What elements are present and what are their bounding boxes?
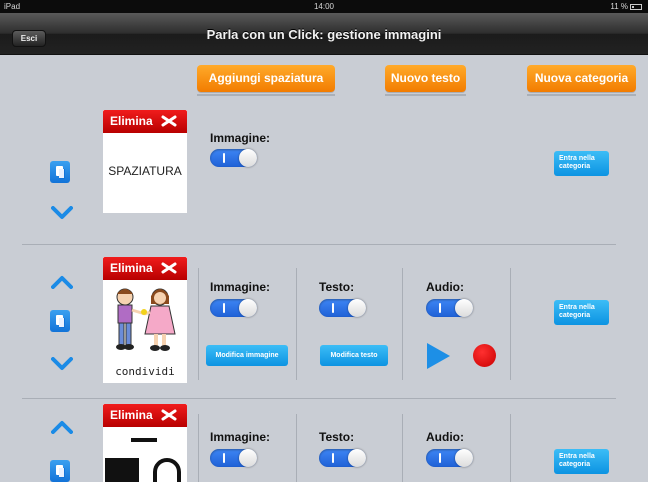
card-word: condividi <box>115 365 175 378</box>
record-icon[interactable] <box>473 344 496 367</box>
underline <box>197 94 335 96</box>
on-mark-icon <box>439 303 441 313</box>
chevron-up-icon[interactable] <box>51 275 73 289</box>
column-separator <box>402 268 403 380</box>
close-icon <box>161 115 177 127</box>
on-mark-icon <box>223 153 225 163</box>
image-label: Immagine: <box>210 280 271 294</box>
toggle-knob <box>239 149 257 167</box>
toggle-knob <box>239 449 257 467</box>
children-sharing-picture <box>116 288 176 351</box>
new-text-button[interactable]: Nuovo testo <box>385 65 466 92</box>
audio-label: Audio: <box>426 280 464 294</box>
chevron-down-icon[interactable] <box>51 357 73 371</box>
row-divider <box>22 398 616 399</box>
chevron-down-icon[interactable] <box>51 206 73 220</box>
close-icon <box>161 262 177 274</box>
audio-label: Audio: <box>426 430 464 444</box>
delete-label: Elimina <box>110 408 153 422</box>
toggle-knob <box>455 449 473 467</box>
image-toggle[interactable] <box>210 299 257 317</box>
image-label: Immagine: <box>210 430 271 444</box>
text-label: Testo: <box>319 280 355 294</box>
audio-toggle[interactable] <box>426 299 473 317</box>
card-word: SPAZIATURA <box>108 164 182 178</box>
on-mark-icon <box>223 453 225 463</box>
image-card: Elimina condividi <box>103 257 187 383</box>
image-card: Elimina SPAZIATURA <box>103 110 187 213</box>
battery-percent: 11 % <box>610 2 628 11</box>
status-bar: iPad 14:00 11 % <box>0 0 648 13</box>
add-spacing-button[interactable]: Aggiungi spaziatura <box>197 65 335 92</box>
text-toggle[interactable] <box>319 299 366 317</box>
toggle-knob <box>348 299 366 317</box>
on-mark-icon <box>332 453 334 463</box>
close-icon <box>161 409 177 421</box>
toggle-knob <box>239 299 257 317</box>
copy-button[interactable] <box>50 161 70 183</box>
delete-button[interactable]: Elimina <box>103 110 187 133</box>
page-title: Parla con un Click: gestione immagini <box>206 27 442 42</box>
on-mark-icon <box>439 453 441 463</box>
text-label: Testo: <box>319 430 355 444</box>
battery-icon <box>630 4 642 10</box>
column-separator <box>198 268 199 380</box>
shapes-picture <box>105 438 181 482</box>
row-divider <box>22 244 616 245</box>
navigation-bar: Esci Parla con un Click: gestione immagi… <box>0 13 648 55</box>
image-label: Immagine: <box>210 131 271 145</box>
underline <box>527 94 636 96</box>
column-separator <box>296 268 297 380</box>
column-separator <box>296 414 297 482</box>
image-toggle[interactable] <box>210 149 257 167</box>
underline <box>385 94 466 96</box>
play-icon[interactable] <box>427 343 450 369</box>
toggle-knob <box>455 299 473 317</box>
image-card: Elimina <box>103 404 187 482</box>
column-separator <box>198 414 199 482</box>
new-category-button[interactable]: Nuova categoria <box>527 65 636 92</box>
column-separator <box>510 414 511 482</box>
on-mark-icon <box>223 303 225 313</box>
delete-button[interactable]: Elimina <box>103 257 187 280</box>
clock: 14:00 <box>313 2 335 11</box>
column-separator <box>402 414 403 482</box>
battery-indicator: 11 % <box>610 2 642 11</box>
audio-toggle[interactable] <box>426 449 473 467</box>
toggle-knob <box>348 449 366 467</box>
on-mark-icon <box>332 303 334 313</box>
edit-text-button[interactable]: Modifica testo <box>320 345 388 366</box>
chevron-up-icon[interactable] <box>51 420 73 434</box>
delete-label: Elimina <box>110 114 153 128</box>
edit-image-button[interactable]: Modifica immagine <box>206 345 288 366</box>
image-toggle[interactable] <box>210 449 257 467</box>
enter-category-button[interactable]: Entra nella categoria <box>554 151 609 176</box>
column-separator <box>510 268 511 380</box>
delete-button[interactable]: Elimina <box>103 404 187 427</box>
text-toggle[interactable] <box>319 449 366 467</box>
copy-button[interactable] <box>50 460 70 482</box>
enter-category-button[interactable]: Entra nella categoria <box>554 449 609 474</box>
enter-category-button[interactable]: Entra nella categoria <box>554 300 609 325</box>
copy-button[interactable] <box>50 310 70 332</box>
delete-label: Elimina <box>110 261 153 275</box>
